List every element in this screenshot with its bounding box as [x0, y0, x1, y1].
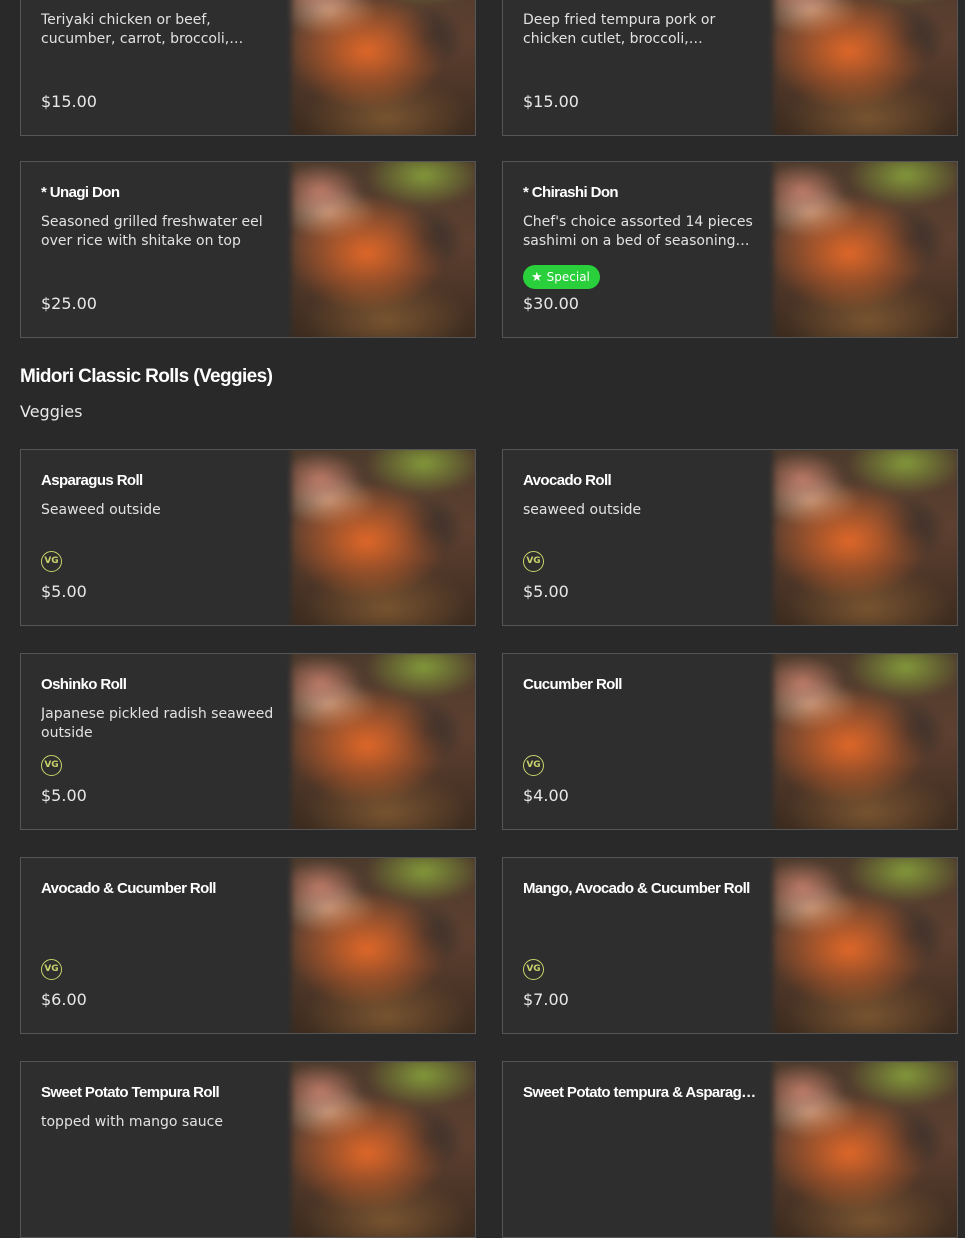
item-description: Seasoned grilled freshwater eel over ric…	[41, 214, 263, 249]
item-photo	[291, 858, 475, 1033]
item-price: $5.00	[523, 582, 569, 601]
item-description: Seaweed outside	[41, 502, 161, 518]
item-name: Sweet Potato tempura & Asparagus…	[523, 1084, 763, 1101]
item-price: $15.00	[523, 92, 579, 111]
vg-badge-icon: VG	[41, 959, 62, 980]
vg-badge-icon: VG	[523, 755, 544, 776]
item-photo	[773, 1062, 957, 1237]
menu-item-card[interactable]: Avocado & Cucumber Roll VG $6.00	[20, 857, 476, 1034]
menu-item-card[interactable]: Sweet Potato Tempura Roll topped with ma…	[20, 1061, 476, 1238]
item-description: Chef's choice assorted 14 pieces sashimi…	[523, 214, 753, 249]
item-name: Sweet Potato Tempura Roll	[41, 1084, 220, 1101]
item-price: $5.00	[41, 786, 87, 805]
item-photo	[773, 450, 957, 625]
menu-item-card[interactable]: Mango, Avocado & Cucumber Roll VG $7.00	[502, 857, 958, 1034]
item-name: Oshinko Roll	[41, 676, 127, 693]
item-description: Japanese pickled radish seaweed outside	[41, 706, 274, 741]
menu-item-card[interactable]: Asparagus Roll Seaweed outside VG $5.00	[20, 449, 476, 626]
item-name: Cucumber Roll	[523, 676, 622, 693]
item-name: Mango, Avocado & Cucumber Roll	[523, 880, 750, 897]
item-description: Teriyaki chicken or beef, cucumber, carr…	[41, 12, 230, 47]
menu-item-card[interactable]: Cucumber Roll VG $4.00	[502, 653, 958, 830]
item-photo	[291, 0, 475, 135]
item-photo	[291, 654, 475, 829]
item-photo	[773, 162, 957, 337]
item-photo	[773, 858, 957, 1033]
item-photo	[773, 654, 957, 829]
item-price: $25.00	[41, 294, 97, 313]
item-price: $6.00	[41, 990, 87, 1009]
item-name: Avocado Roll	[523, 472, 612, 489]
menu-item-card[interactable]: * Chirashi Don Chef's choice assorted 14…	[502, 161, 958, 338]
vg-badge-icon: VG	[41, 755, 62, 776]
star-icon: ★	[531, 269, 543, 285]
item-name: * Chirashi Don	[523, 184, 619, 201]
item-price: $4.00	[523, 786, 569, 805]
item-name: Asparagus Roll	[41, 472, 143, 489]
vg-badge-icon: VG	[523, 551, 544, 572]
item-photo	[291, 1062, 475, 1237]
vg-badge-icon: VG	[41, 551, 62, 572]
item-photo	[773, 0, 957, 135]
section-description: Veggies	[20, 402, 83, 421]
menu-item-card[interactable]: * Unagi Don Seasoned grilled freshwater …	[20, 161, 476, 338]
item-price: $5.00	[41, 582, 87, 601]
menu-item-card[interactable]: Deep fried tempura pork or chicken cutle…	[502, 0, 958, 136]
item-name: Avocado & Cucumber Roll	[41, 880, 216, 897]
item-price: $7.00	[523, 990, 569, 1009]
special-badge-label: Special	[546, 270, 590, 284]
menu-item-card[interactable]: Sweet Potato tempura & Asparagus…	[502, 1061, 958, 1238]
vg-badge-icon: VG	[523, 959, 544, 980]
item-description: Deep fried tempura pork or chicken cutle…	[523, 12, 716, 47]
item-photo	[291, 450, 475, 625]
menu-item-card[interactable]: Avocado Roll seaweed outside VG $5.00	[502, 449, 958, 626]
item-description: topped with mango sauce	[41, 1114, 223, 1130]
menu-item-card[interactable]: Teriyaki chicken or beef, cucumber, carr…	[20, 0, 476, 136]
section-title: Midori Classic Rolls (Veggies)	[20, 366, 273, 387]
menu-item-card[interactable]: Oshinko Roll Japanese pickled radish sea…	[20, 653, 476, 830]
item-description: seaweed outside	[523, 502, 642, 518]
item-price: $30.00	[523, 294, 579, 313]
item-price: $15.00	[41, 92, 97, 111]
item-photo	[291, 162, 475, 337]
special-badge: ★ Special	[523, 265, 600, 289]
item-name: * Unagi Don	[41, 184, 120, 201]
